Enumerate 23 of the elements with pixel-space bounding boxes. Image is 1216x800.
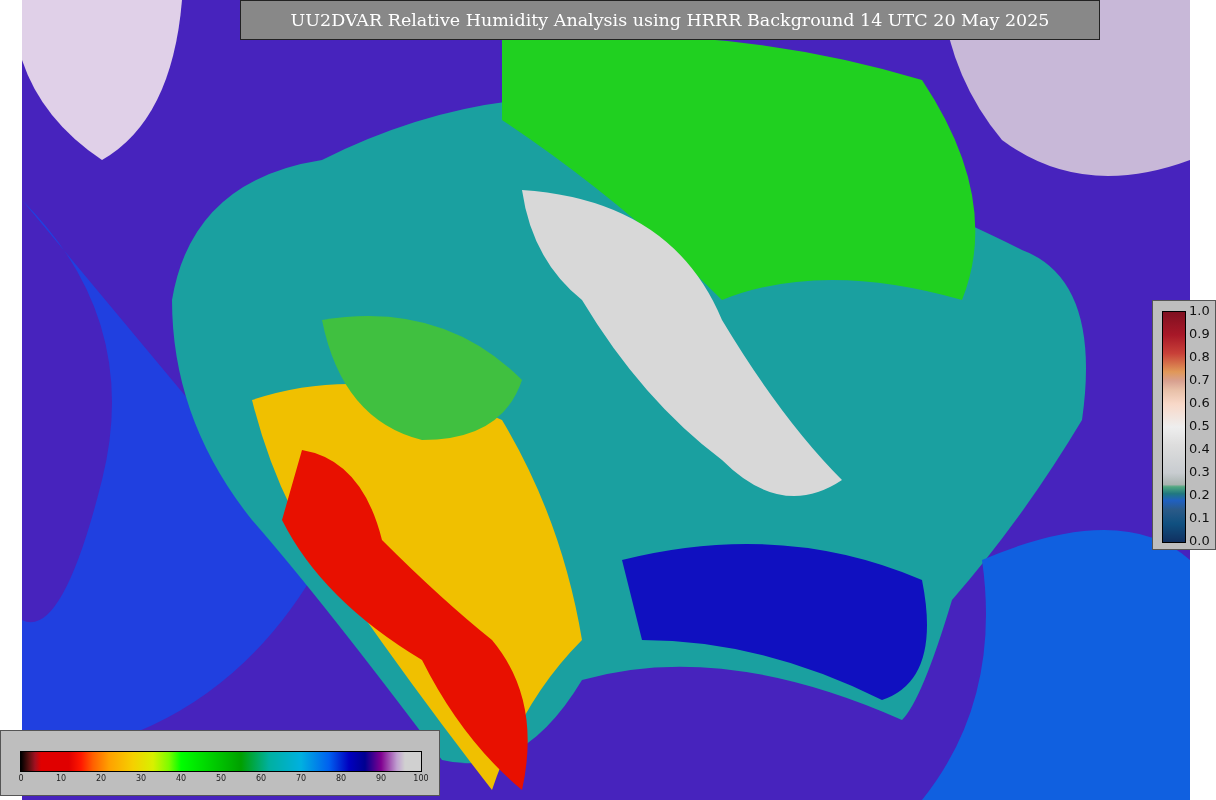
tick-label: 0.2 <box>1189 488 1210 502</box>
tick-label: 40 <box>175 774 187 783</box>
tick-label: 80 <box>335 774 347 783</box>
tick-label: 0.4 <box>1189 442 1210 456</box>
tick-label: 60 <box>255 774 267 783</box>
map-title: UU2DVAR Relative Humidity Analysis using HRRR Background 14 UTC 20 May 2025 <box>240 0 1100 40</box>
tick-label: 0.0 <box>1189 534 1210 548</box>
tick-label: 70 <box>295 774 307 783</box>
tick-label: 0 <box>18 774 24 783</box>
tick-label: 1.0 <box>1189 304 1210 318</box>
tick-label: 30 <box>135 774 147 783</box>
tick-label: 0.7 <box>1189 373 1210 387</box>
tick-label: 0.9 <box>1189 327 1210 341</box>
tick-label: 0.6 <box>1189 396 1210 410</box>
tick-label: 20 <box>95 774 107 783</box>
tick-label: 0.5 <box>1189 419 1210 433</box>
tick-label: 100 <box>413 774 429 783</box>
tick-label: 10 <box>55 774 67 783</box>
tick-label: 50 <box>215 774 227 783</box>
tick-label: 0.3 <box>1189 465 1210 479</box>
tick-label: 90 <box>375 774 387 783</box>
tick-label: 0.8 <box>1189 350 1210 364</box>
tick-label: 0.1 <box>1189 511 1210 525</box>
